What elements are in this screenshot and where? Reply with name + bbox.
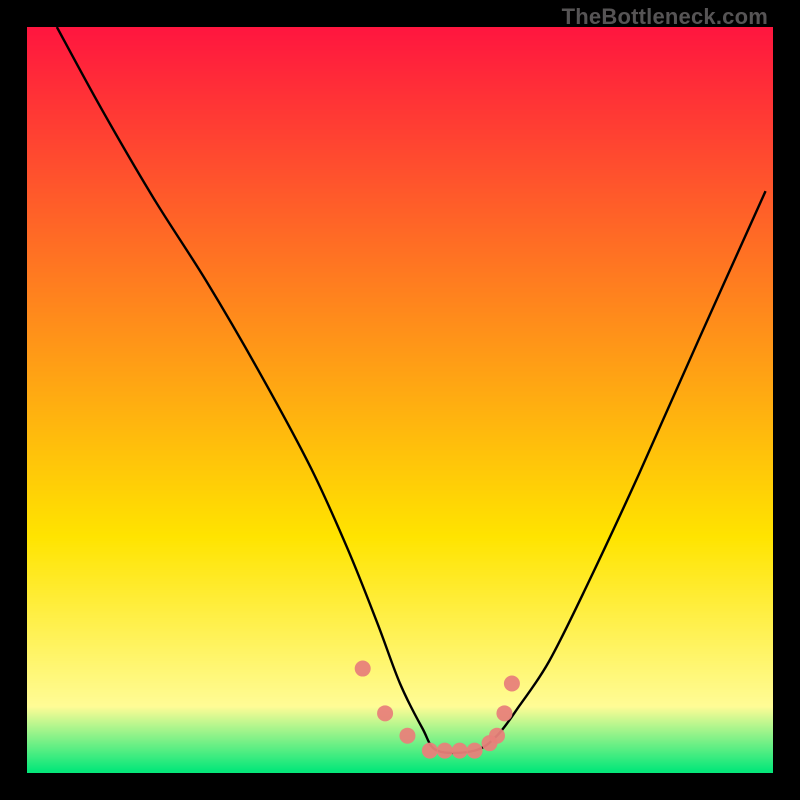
heat-gradient-background xyxy=(27,27,773,773)
watermark-text: TheBottleneck.com xyxy=(562,4,768,30)
chart-plot-area xyxy=(27,27,773,773)
